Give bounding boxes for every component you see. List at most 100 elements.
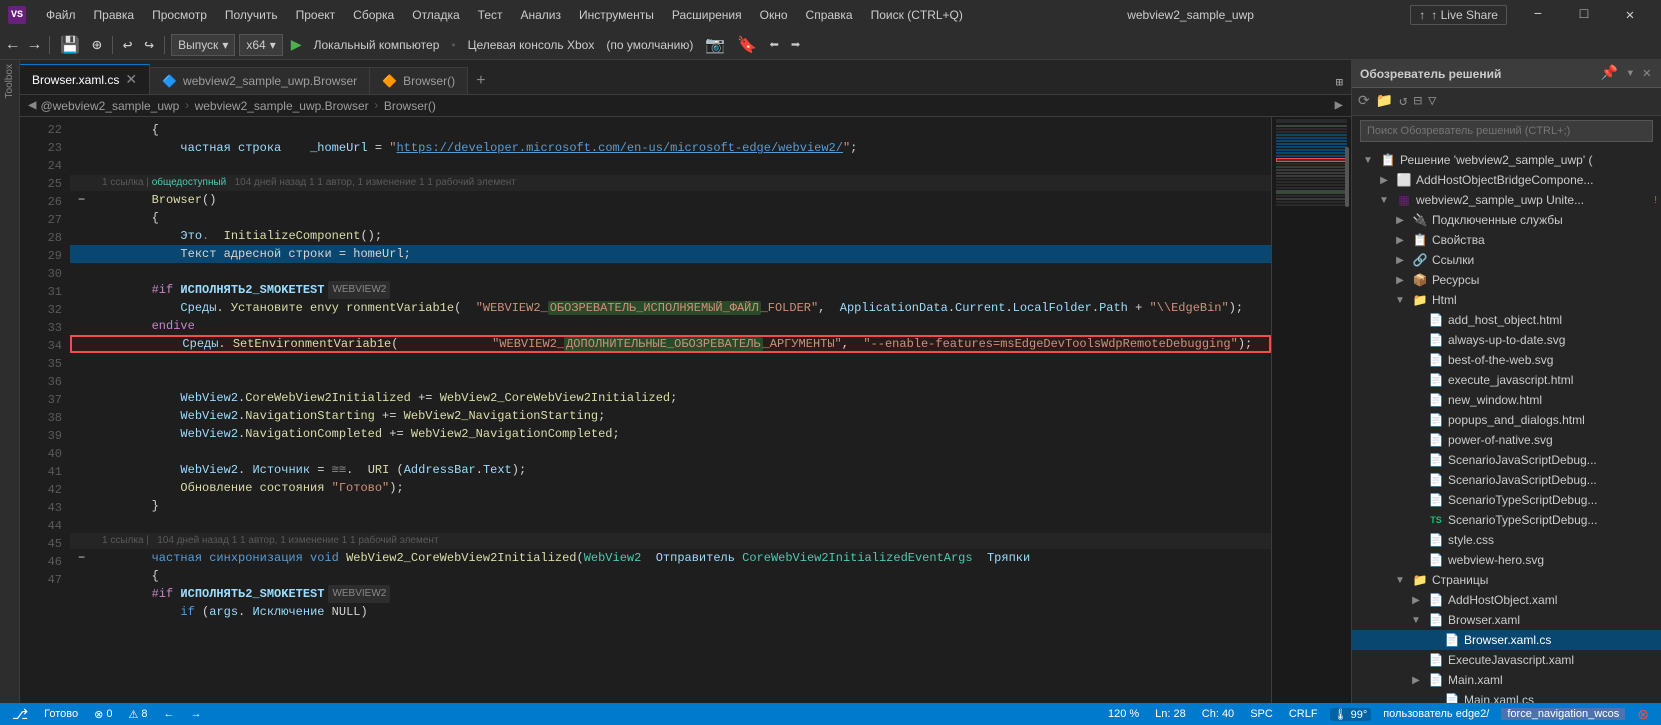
menu-window[interactable]: Окно bbox=[752, 6, 796, 24]
tree-scenario-ts-debug-1[interactable]: 📄 ScenarioTypeScriptDebug... bbox=[1352, 490, 1661, 510]
tree-solution[interactable]: ▼ 📋 Решение 'webview2_sample_uwp' ( bbox=[1352, 150, 1661, 170]
nav-back-button[interactable]: ← bbox=[4, 34, 22, 56]
bookmark-button[interactable]: 🔖 bbox=[733, 33, 761, 57]
nav-prev-button[interactable]: ← bbox=[159, 708, 178, 720]
refresh-button[interactable]: ↺ bbox=[1397, 93, 1409, 110]
tree-main-xaml[interactable]: ▶ 📄 Main.xaml bbox=[1352, 670, 1661, 690]
tree-html-folder[interactable]: ▼ 📁 Html bbox=[1352, 290, 1661, 310]
tree-webview-hero[interactable]: 📄 webview-hero.svg bbox=[1352, 550, 1661, 570]
menu-extensions[interactable]: Расширения bbox=[664, 6, 750, 24]
tree-webview2-project[interactable]: ▼ ▦ webview2_sample_uwp Unite... ! bbox=[1352, 190, 1661, 210]
branch-label[interactable]: force_navigation_wcos bbox=[1501, 708, 1625, 720]
minimize-button[interactable]: − bbox=[1515, 0, 1561, 30]
temperature-badge[interactable]: 🌡 99° bbox=[1330, 708, 1372, 721]
status-errors[interactable]: ⊗ 0 bbox=[90, 708, 116, 721]
live-share-button[interactable]: ↑ ↑ Live Share bbox=[1410, 5, 1507, 25]
expand-icon[interactable]: ▼ bbox=[1392, 575, 1408, 586]
breadcrumb-namespace[interactable]: @webview2_sample_uwp bbox=[40, 99, 179, 113]
save-button[interactable]: 💾 bbox=[56, 33, 84, 57]
panel-toggle-button[interactable]: ⊞ bbox=[1328, 71, 1351, 94]
menu-tools[interactable]: Инструменты bbox=[571, 6, 662, 24]
status-ready[interactable]: Готово bbox=[40, 708, 82, 720]
panel-dropdown-button[interactable]: ▾ bbox=[1624, 65, 1636, 82]
save-all-button[interactable]: ⊕ bbox=[88, 33, 106, 57]
tree-addhost-project[interactable]: ▶ ⬜ AddHostObjectBridgeCompone... bbox=[1352, 170, 1661, 190]
nav-next-arrow[interactable]: ▶ bbox=[1335, 97, 1343, 114]
maximize-button[interactable]: □ bbox=[1561, 0, 1607, 30]
solution-search-input[interactable] bbox=[1360, 120, 1653, 142]
tree-new-window[interactable]: 📄 new_window.html bbox=[1352, 390, 1661, 410]
tree-properties[interactable]: ▶ 📋 Свойства bbox=[1352, 230, 1661, 250]
expand-icon[interactable]: ▼ bbox=[1360, 155, 1376, 166]
expand-icon[interactable]: ▶ bbox=[1392, 255, 1408, 266]
tree-scenario-js-debug-1[interactable]: 📄 ScenarioJavaScriptDebug... bbox=[1352, 450, 1661, 470]
tree-browser-xaml-cs[interactable]: 📄 Browser.xaml.cs bbox=[1352, 630, 1661, 650]
zoom-level[interactable]: 120 % bbox=[1104, 708, 1143, 720]
line-ending[interactable]: CRLF bbox=[1285, 708, 1322, 720]
tree-references[interactable]: ▶ 🔗 Ссылки bbox=[1352, 250, 1661, 270]
tree-best-of-web[interactable]: 📄 best-of-the-web.svg bbox=[1352, 350, 1661, 370]
close-button[interactable]: ✕ bbox=[1607, 0, 1653, 30]
status-warnings[interactable]: ⚠ 8 bbox=[124, 708, 151, 721]
tree-main-xaml-cs[interactable]: 📄 Main.xaml.cs bbox=[1352, 690, 1661, 703]
tree-add-host-object-xaml[interactable]: ▶ 📄 AddHostObject.xaml bbox=[1352, 590, 1661, 610]
platform-dropdown[interactable]: x64 ▾ bbox=[239, 34, 282, 56]
menu-test[interactable]: Тест bbox=[470, 6, 511, 24]
tree-always-up-to-date[interactable]: 📄 always-up-to-date.svg bbox=[1352, 330, 1661, 350]
sync-with-document-button[interactable]: ⟳ bbox=[1356, 93, 1372, 110]
expand-icon[interactable]: ▶ bbox=[1376, 175, 1392, 186]
menu-edit[interactable]: Правка bbox=[86, 6, 143, 24]
tree-add-host-html[interactable]: 📄 add_host_object.html bbox=[1352, 310, 1661, 330]
tab-browser-xaml-cs[interactable]: Browser.xaml.cs ✕ bbox=[20, 64, 150, 94]
tree-popups-dialogs[interactable]: 📄 popups_and_dialogs.html bbox=[1352, 410, 1661, 430]
panel-close-button[interactable]: ✕ bbox=[1641, 65, 1653, 82]
menu-build[interactable]: Сборка bbox=[345, 6, 402, 24]
tree-resources[interactable]: ▶ 📦 Ресурсы bbox=[1352, 270, 1661, 290]
redo-button[interactable]: ↪ bbox=[140, 33, 158, 57]
cursor-position-ln[interactable]: Ln: 28 bbox=[1151, 708, 1190, 720]
collapse-all-button[interactable]: ⊟ bbox=[1412, 93, 1424, 110]
expand-icon[interactable]: ▶ bbox=[1392, 275, 1408, 286]
new-tab-button[interactable]: + bbox=[468, 68, 494, 94]
screenshot-button[interactable]: 📷 bbox=[701, 33, 729, 57]
nav-prev-arrow[interactable]: ◀ bbox=[28, 97, 36, 114]
nav-btn-1[interactable]: ⬅ bbox=[765, 33, 783, 57]
code-content[interactable]: { частная строка _homeUrl = "https://dev… bbox=[70, 117, 1271, 703]
tab-browser-method[interactable]: 🔶 Browser() bbox=[370, 67, 468, 94]
menu-search[interactable]: Поиск (CTRL+Q) bbox=[863, 6, 971, 24]
tree-power-native[interactable]: 📄 power-of-native.svg bbox=[1352, 430, 1661, 450]
menu-file[interactable]: Файл bbox=[38, 6, 84, 24]
tree-execute-javascript-xaml[interactable]: 📄 ExecuteJavascript.xaml bbox=[1352, 650, 1661, 670]
expand-icon[interactable]: ▼ bbox=[1408, 615, 1424, 626]
branch-icon[interactable]: ⎇ bbox=[8, 706, 32, 723]
expand-icon[interactable]: ▼ bbox=[1392, 295, 1408, 306]
user-label[interactable]: пользователь edge2/ bbox=[1379, 708, 1493, 720]
tree-pages-folder[interactable]: ▼ 📁 Страницы bbox=[1352, 570, 1661, 590]
panel-pin-button[interactable]: 📌 bbox=[1599, 65, 1620, 82]
minimap[interactable] bbox=[1271, 117, 1351, 703]
breadcrumb-class[interactable]: webview2_sample_uwp.Browser bbox=[195, 99, 369, 113]
undo-button[interactable]: ↩ bbox=[119, 33, 137, 57]
error-indicator[interactable]: ⊗ bbox=[1633, 706, 1653, 723]
tree-scenario-js-debug-2[interactable]: 📄 ScenarioJavaScriptDebug... bbox=[1352, 470, 1661, 490]
tree-browser-xaml[interactable]: ▼ 📄 Browser.xaml bbox=[1352, 610, 1661, 630]
tree-style-css[interactable]: 📄 style.css bbox=[1352, 530, 1661, 550]
menu-help[interactable]: Справка bbox=[798, 6, 861, 24]
cursor-position-ch[interactable]: Ch: 40 bbox=[1198, 708, 1238, 720]
nav-forward-button[interactable]: → bbox=[26, 34, 44, 56]
menu-project[interactable]: Проект bbox=[288, 6, 344, 24]
expand-icon[interactable]: ▶ bbox=[1408, 675, 1424, 686]
menu-get[interactable]: Получить bbox=[217, 6, 286, 24]
expand-icon[interactable]: ▶ bbox=[1392, 235, 1408, 246]
nav-btn-2[interactable]: ➡ bbox=[787, 33, 805, 57]
tree-execute-js[interactable]: 📄 execute_javascript.html bbox=[1352, 370, 1661, 390]
menu-debug[interactable]: Отладка bbox=[404, 6, 467, 24]
tab-close-icon[interactable]: ✕ bbox=[125, 71, 137, 88]
menu-analyze[interactable]: Анализ bbox=[513, 6, 570, 24]
menu-view[interactable]: Просмотр bbox=[144, 6, 215, 24]
expand-icon[interactable]: ▼ bbox=[1376, 195, 1392, 206]
indentation[interactable]: SPC bbox=[1246, 708, 1277, 720]
run-button[interactable]: ▶ bbox=[287, 34, 306, 56]
tab-browser-nav[interactable]: 🔷 webview2_sample_uwp.Browser bbox=[150, 67, 370, 94]
config-dropdown[interactable]: Выпуск ▾ bbox=[171, 34, 235, 56]
